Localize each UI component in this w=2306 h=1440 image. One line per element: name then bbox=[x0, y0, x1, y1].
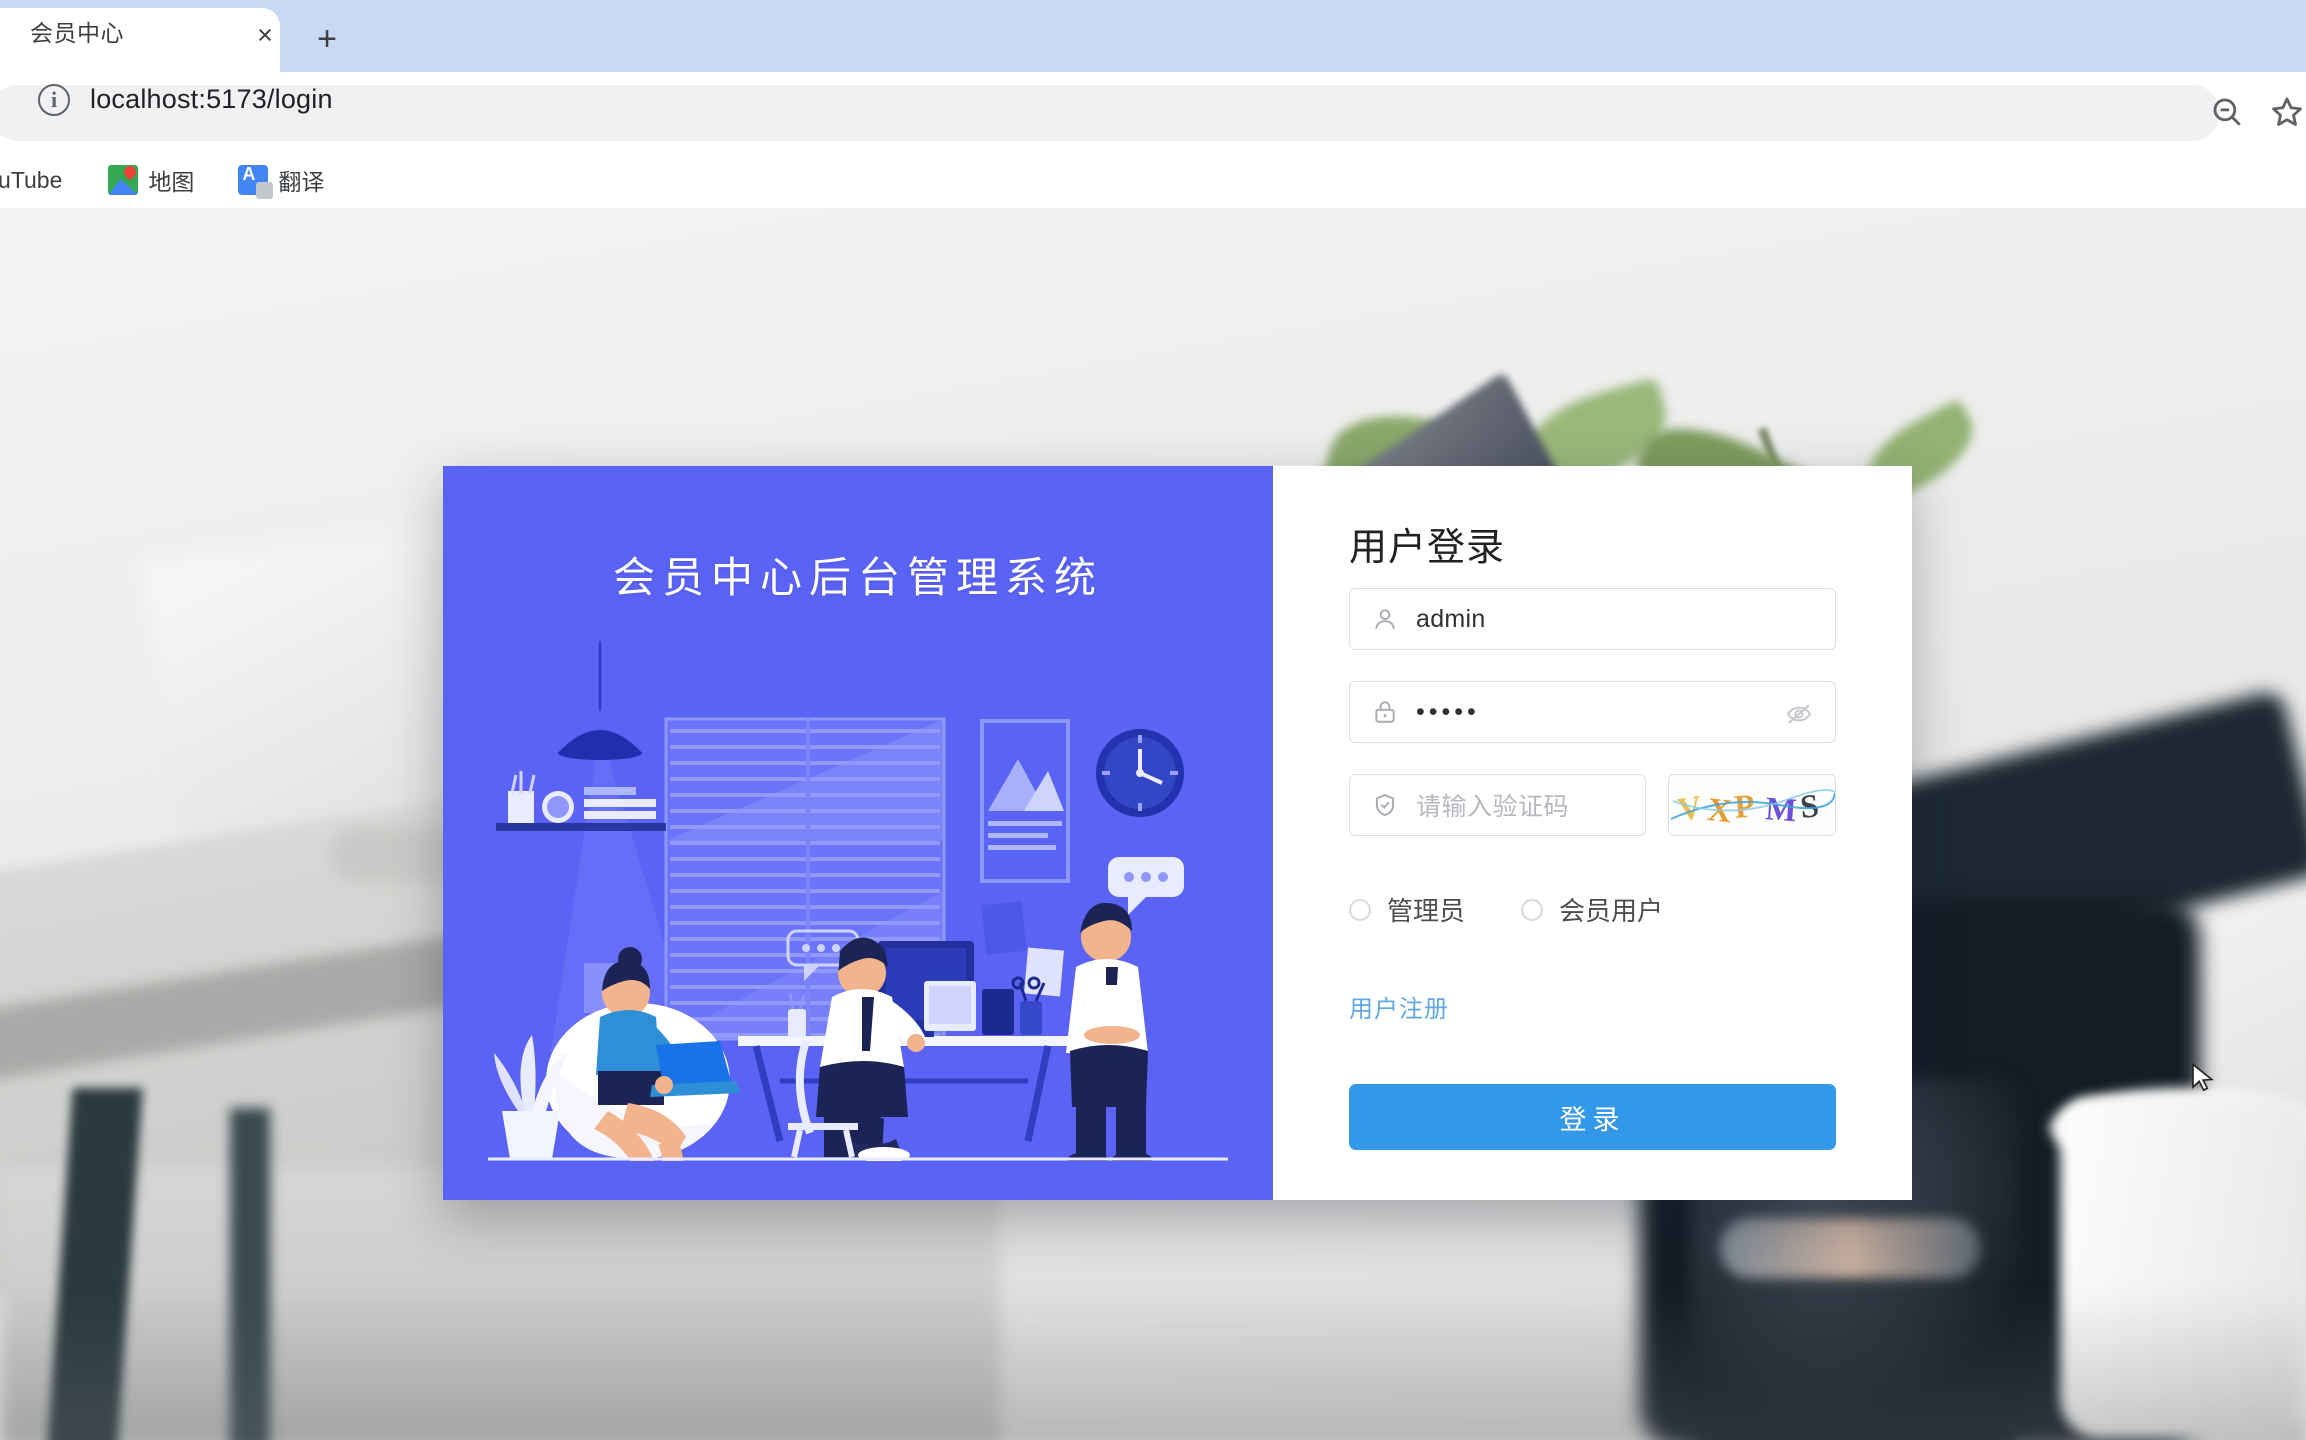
bookmark-star-icon[interactable] bbox=[2270, 95, 2304, 134]
radio-circle-icon bbox=[1349, 898, 1371, 921]
captcha-field[interactable]: 请输入验证码 bbox=[1349, 774, 1646, 836]
browser-toolbar: i localhost:5173/login bbox=[0, 72, 2306, 152]
radio-member[interactable]: 会员用户 bbox=[1521, 891, 1663, 928]
radio-admin-label: 管理员 bbox=[1387, 896, 1466, 926]
address-bar[interactable] bbox=[0, 85, 2220, 141]
office-workers-illustration bbox=[488, 641, 1228, 1161]
bookmarks-bar: YouTube 地图 翻译 bbox=[0, 152, 2306, 208]
radio-circle-icon bbox=[1521, 898, 1544, 921]
radio-member-label: 会员用户 bbox=[1559, 896, 1664, 926]
url-text: localhost:5173/login bbox=[90, 84, 333, 114]
site-info-icon[interactable]: i bbox=[38, 84, 70, 116]
register-link[interactable]: 用户注册 bbox=[1349, 989, 1449, 1024]
user-icon bbox=[1372, 606, 1398, 632]
eye-closed-icon[interactable] bbox=[1785, 700, 1813, 728]
password-value: ••••• bbox=[1416, 697, 1480, 726]
bg-lens-ring bbox=[1720, 1218, 1980, 1278]
bookmark-youtube-label: YouTube bbox=[0, 166, 63, 193]
login-form-panel: 用户登录 admin ••••• 请输入验证码 V X P M S 管理员 会员… bbox=[1273, 466, 1912, 1200]
login-branding-panel: 会员中心后台管理系统 bbox=[443, 466, 1273, 1200]
google-maps-icon bbox=[108, 165, 139, 195]
mouse-cursor bbox=[2188, 1062, 2218, 1097]
login-card: 会员中心后台管理系统 用户登录 admin ••••• 请输入验证码 V X P… bbox=[443, 466, 1912, 1200]
bg-shadow bbox=[0, 1288, 2306, 1440]
bookmark-translate[interactable]: 翻译 bbox=[238, 163, 325, 199]
login-submit-button[interactable]: 登录 bbox=[1349, 1084, 1836, 1150]
username-value: admin bbox=[1416, 604, 1486, 633]
tab-title: 会员中心 bbox=[30, 20, 124, 46]
bookmark-youtube[interactable]: YouTube bbox=[0, 167, 62, 194]
google-translate-icon bbox=[238, 164, 274, 199]
brand-title: 会员中心后台管理系统 bbox=[612, 554, 1103, 601]
lock-icon bbox=[1372, 699, 1398, 725]
bookmark-maps[interactable]: 地图 bbox=[108, 163, 194, 197]
username-field[interactable]: admin bbox=[1349, 588, 1836, 650]
page-title: 用户登录 bbox=[1349, 527, 1506, 569]
captcha-image[interactable]: V X P M S bbox=[1668, 774, 1836, 836]
radio-admin[interactable]: 管理员 bbox=[1349, 891, 1465, 928]
svg-text:P: P bbox=[1733, 788, 1756, 826]
zoom-out-icon[interactable] bbox=[2210, 95, 2244, 134]
tab-strip: 会员中心 × + bbox=[0, 0, 2306, 72]
close-icon[interactable]: × bbox=[250, 20, 280, 50]
role-radio-group: 管理员 会员用户 bbox=[1349, 891, 1663, 928]
captcha-placeholder: 请输入验证码 bbox=[1416, 793, 1570, 821]
bookmark-maps-label: 地图 bbox=[148, 169, 195, 195]
shield-check-icon bbox=[1372, 792, 1398, 818]
new-tab-icon[interactable]: + bbox=[310, 22, 344, 56]
password-field[interactable]: ••••• bbox=[1349, 681, 1836, 743]
browser-chrome: 会员中心 × + i localhost:5173/login YouTube … bbox=[0, 0, 2306, 208]
bookmark-translate-label: 翻译 bbox=[278, 169, 325, 195]
